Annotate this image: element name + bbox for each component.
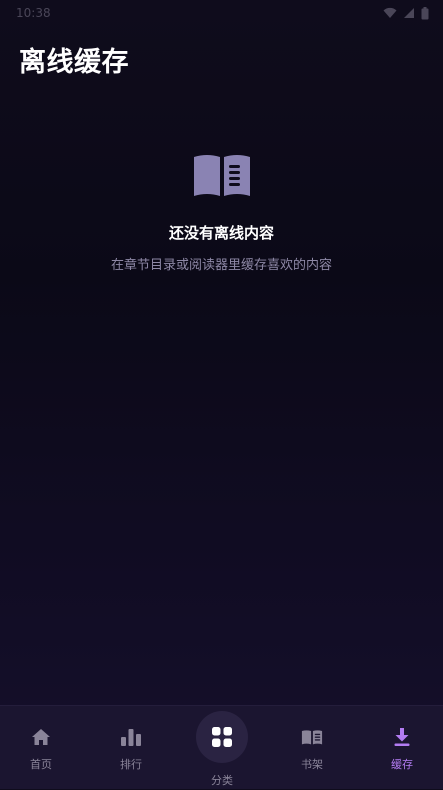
nav-item-home[interactable]: 首页 bbox=[1, 706, 81, 790]
nav-label-bookshelf: 书架 bbox=[301, 758, 323, 771]
home-icon bbox=[30, 726, 52, 748]
empty-state: 还没有离线内容 在章节目录或阅读器里缓存喜欢的内容 bbox=[0, 150, 443, 273]
bookshelf-icon bbox=[301, 726, 323, 748]
download-icon bbox=[391, 726, 413, 748]
nav-label-category: 分类 bbox=[211, 774, 233, 787]
empty-state-subtitle: 在章节目录或阅读器里缓存喜欢的内容 bbox=[110, 258, 332, 273]
bottom-nav: 首页 排行 分类 书架 缓存 bbox=[0, 705, 443, 789]
wifi-icon bbox=[383, 7, 397, 18]
nav-label-home: 首页 bbox=[30, 758, 52, 771]
nav-item-ranking[interactable]: 排行 bbox=[91, 706, 171, 790]
nav-center-button bbox=[196, 711, 248, 763]
battery-icon bbox=[421, 6, 429, 19]
page-title: 离线缓存 bbox=[19, 47, 129, 78]
nav-item-cache[interactable]: 缓存 bbox=[362, 706, 442, 790]
signal-icon bbox=[404, 8, 414, 18]
nav-item-bookshelf[interactable]: 书架 bbox=[272, 706, 352, 790]
open-book-icon bbox=[193, 155, 250, 196]
nav-label-ranking: 排行 bbox=[120, 758, 142, 771]
status-icons bbox=[383, 6, 429, 20]
bar-chart-icon bbox=[120, 726, 142, 748]
status-bar: 10:38 bbox=[0, 0, 443, 26]
status-time: 10:38 bbox=[16, 6, 51, 20]
nav-label-cache: 缓存 bbox=[391, 758, 413, 771]
empty-state-title: 还没有离线内容 bbox=[168, 224, 274, 242]
nav-item-category[interactable]: 分类 bbox=[182, 706, 262, 790]
grid-icon bbox=[212, 727, 232, 747]
